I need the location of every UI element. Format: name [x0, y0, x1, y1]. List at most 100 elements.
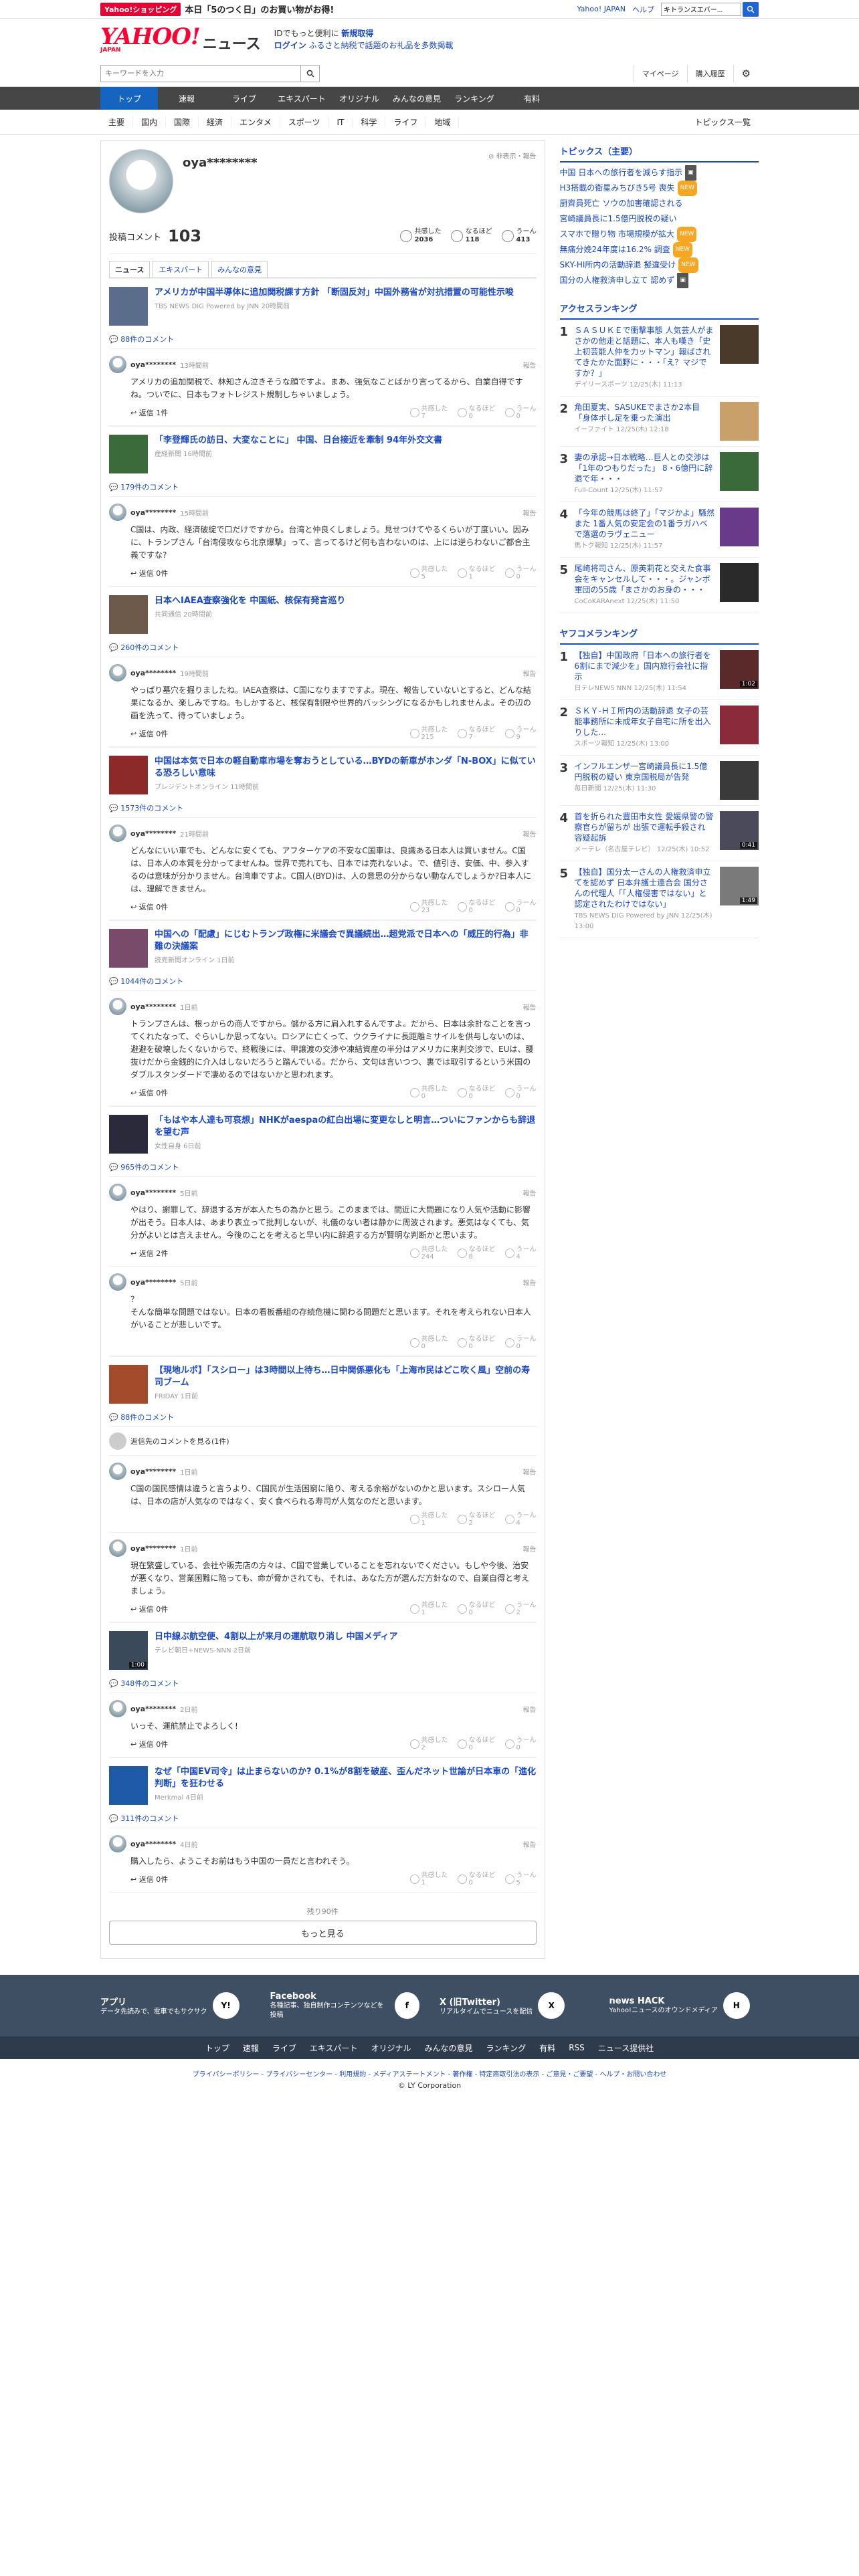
article-item[interactable]: 中国は本気で日本の軽自動車市場を奪おうとしている…BYDの新車がホンダ「N-BO… [109, 747, 537, 798]
report-link[interactable]: 報告 [523, 1002, 537, 1012]
cat-sports[interactable]: スポーツ [280, 116, 329, 128]
empathy-button[interactable]: 共感した 2 [409, 1737, 448, 1751]
article-item[interactable]: 日本へIAEA査察強化を 中国紙、核保有発言巡り 共同通信 20時間前 [109, 586, 537, 638]
naruhodo-button[interactable]: なるほど 0 [457, 405, 496, 420]
footer-nav-item[interactable]: オリジナル [371, 2042, 411, 2054]
ranking-thumbnail[interactable]: 1:49 [720, 867, 759, 905]
reply-button[interactable]: ↩ 返信 0件 [130, 901, 168, 912]
uun-button[interactable]: うーん 4 [504, 1246, 537, 1261]
footer-nav-item[interactable]: 有料 [539, 2042, 555, 2054]
reply-button[interactable]: ↩ 返信 2件 [130, 1248, 168, 1259]
article-title[interactable]: 中国は本気で日本の軽自動車市場を奪おうとしている…BYDの新車がホンダ「N-BO… [155, 756, 537, 780]
article-thumbnail[interactable] [109, 1365, 148, 1404]
cat-life[interactable]: ライフ [385, 116, 427, 128]
mypage-button[interactable]: マイページ [633, 64, 687, 82]
tab-opinions[interactable]: みんなの意見 [211, 261, 268, 278]
article-item[interactable]: アメリカが中国半導体に追加関税課す方針 「断固反対」中国外務省が対抗措置の可能性… [109, 278, 537, 330]
comment-author[interactable]: oya******** [130, 1002, 176, 1011]
uun-button[interactable]: うーん 0 [504, 899, 537, 914]
cat-local[interactable]: 地域 [426, 116, 460, 128]
report-link[interactable]: 報告 [523, 1188, 537, 1198]
comment-author[interactable]: oya******** [130, 829, 176, 838]
empathy-button[interactable]: 共感した 1 [409, 1872, 448, 1887]
article-thumbnail[interactable] [109, 435, 148, 473]
topic-item[interactable]: 国分の人権救済申し立て 認めず ▣ [560, 273, 759, 288]
uun-button[interactable]: うーん 0 [504, 1085, 537, 1100]
ranking-title[interactable]: ＳＫＹ-ＨＩ所内の活動辞退 女子の芸能事務所に未成年女子自宅に所を出入りした..… [575, 706, 714, 738]
cat-main[interactable]: 主要 [100, 116, 134, 128]
ranking-item[interactable]: 1 ＳＡＳＵＫＥで衝撃事態 人気芸人がまさかの他走と話題に、本人も嘆き「史上初芸能… [559, 320, 759, 397]
comment-author[interactable]: oya******** [130, 1840, 176, 1848]
ranking-title[interactable]: 【独自】中国政府「日本への旅行者を6割にまで減少を」国内旅行会社に指示 [575, 650, 714, 682]
comment-count-link[interactable]: 💬 179件のコメント [109, 477, 537, 497]
footer-nav-item[interactable]: エキスパート [310, 2042, 358, 2054]
footer-item[interactable]: X (旧Twitter) リアルタイムでニュースを配信 X [440, 1992, 589, 2019]
ranking-title[interactable]: インフルエンザ一宮崎議員長に1.5億円脱税の疑い 東京国税局が告発 [575, 761, 714, 782]
avatar[interactable] [109, 825, 126, 842]
tab-expert[interactable]: エキスパート [153, 261, 209, 278]
uun-button[interactable]: うーん 4 [504, 1512, 537, 1527]
uun-button[interactable]: うーん 9 [504, 726, 537, 741]
footer-item[interactable]: Facebook 各種記事、独自制作コンテンツなどを投稿 f [270, 1992, 419, 2020]
ranking-title[interactable]: 【独自】国分太一さんの人権救済申立てを認めず 日本弁護士連合会 国分さんの代理人… [575, 867, 714, 909]
article-thumbnail[interactable] [109, 1115, 148, 1154]
ranking-title[interactable]: 角田夏実、SASUKEでまさか2本目「身体ボし足を乗った演出 [575, 402, 714, 423]
naruhodo-button[interactable]: なるほど 1 [457, 566, 496, 580]
empathy-button[interactable]: 共感した 1 [409, 1602, 448, 1616]
gnav-live[interactable]: ライブ [215, 87, 273, 110]
article-item[interactable]: 【現地ルポ】「スシロー」は3時間以上待ち…日中関係悪化も「上海市民はどこ吹く風」… [109, 1356, 537, 1408]
comment-author[interactable]: oya******** [130, 1705, 176, 1713]
signup-link[interactable]: 新規取得 [341, 29, 373, 38]
article-thumbnail[interactable] [109, 595, 148, 634]
keyword-input[interactable] [100, 64, 301, 82]
avatar[interactable] [109, 664, 126, 681]
empathy-button[interactable]: 共感した 1 [409, 1512, 448, 1527]
avatar[interactable] [109, 1539, 126, 1557]
ranking-thumbnail[interactable] [720, 508, 759, 546]
report-link[interactable]: 報告 [523, 668, 537, 678]
footer-nav-item[interactable]: みんなの意見 [425, 2042, 473, 2054]
article-item[interactable]: 1:00 日中線ぶ航空便、4割以上が来月の運航取り消し 中国メディア テレビ朝日+N… [109, 1622, 537, 1674]
footer-nav-item[interactable]: RSS [569, 2043, 585, 2052]
naruhodo-button[interactable]: なるほど 0 [457, 899, 496, 914]
logo[interactable]: YAHOO! JAPAN ニュース [100, 25, 261, 53]
comment-count-link[interactable]: 💬 348件のコメント [109, 1674, 537, 1693]
footer-nav-item[interactable]: ニュース提供社 [598, 2042, 654, 2054]
ranking-title[interactable]: 首を折られた豊田市女性 愛媛県警の警察官らが留ちが 出張で運転手殺され 容疑起訴 [575, 811, 714, 843]
topic-item[interactable]: スマホで贈り物 市場規模が拡大 NEW [560, 227, 759, 242]
footer-links[interactable]: プライバシーポリシー - プライバシーセンター - 利用規約 - メディアステー… [0, 2068, 859, 2078]
report-link[interactable]: 報告 [523, 1704, 537, 1714]
ranking-item[interactable]: 4 「今年の競馬は終了」「マジかよ」騒然また 1番人気の安定会の1番ラガハベで落選… [559, 502, 759, 558]
comment-count-link[interactable]: 💬 260件のコメント [109, 638, 537, 657]
comment-count-link[interactable]: 💬 88件のコメント [109, 330, 537, 349]
comment-count-link[interactable]: 💬 1573件のコメント [109, 798, 537, 818]
comment-author[interactable]: oya******** [130, 1467, 176, 1476]
article-title[interactable]: 日中線ぶ航空便、4割以上が来月の運航取り消し 中国メディア [155, 1631, 398, 1643]
comment-count-link[interactable]: 💬 965件のコメント [109, 1158, 537, 1177]
topic-item[interactable]: 宮崎議員長に1.5億円脱税の疑い [560, 211, 759, 227]
uun-button[interactable]: うーん 0 [504, 1335, 537, 1350]
empathy-button[interactable]: 共感した 5 [409, 566, 448, 580]
article-title[interactable]: 「もはや本人達も可哀想」NHKがaespaの紅白出場に変更なしと明言…ついにファ… [155, 1115, 537, 1139]
empathy-button[interactable]: 共感した 0 [409, 1085, 448, 1100]
naruhodo-button[interactable]: なるほど 0 [457, 1602, 496, 1616]
ranking-title[interactable]: ＳＡＳＵＫＥで衝撃事態 人気芸人がまさかの他走と話題に、本人も嘆き「史上初芸能人… [575, 325, 714, 379]
gnav-breaking[interactable]: 速報 [158, 87, 215, 110]
ranking-item[interactable]: 2 角田夏実、SASUKEでまさか2本目「身体ボし足を乗った演出 イーファイト 12… [559, 397, 759, 447]
ranking-item[interactable]: 3 インフルエンザ一宮崎議員長に1.5億円脱税の疑い 東京国税局が告発 毎日新聞 1… [559, 756, 759, 806]
comment-count-link[interactable]: 💬 1044件のコメント [109, 972, 537, 991]
avatar[interactable] [109, 1700, 126, 1717]
report-link[interactable]: 報告 [523, 1467, 537, 1477]
ranking-thumbnail[interactable] [720, 452, 759, 491]
reply-button[interactable]: ↩ 返信 0件 [130, 568, 168, 578]
gnav-opinions[interactable]: みんなの意見 [388, 87, 446, 110]
ranking-title[interactable]: 尾崎将司さん、原英莉花と交えた食事会をキャンセルして・・・。ジャンボ軍団の55歳… [575, 563, 714, 595]
reply-button[interactable]: ↩ 返信 0件 [130, 1874, 168, 1885]
reply-button[interactable]: ↩ 返信 0件 [130, 1604, 168, 1614]
uun-button[interactable]: うーん 0 [504, 405, 537, 420]
avatar[interactable] [109, 1835, 126, 1852]
gnav-ranking[interactable]: ランキング [446, 87, 503, 110]
naruhodo-button[interactable]: なるほど 0 [457, 1737, 496, 1751]
cat-world[interactable]: 国際 [166, 116, 199, 128]
article-thumbnail[interactable]: 1:00 [109, 1631, 148, 1670]
